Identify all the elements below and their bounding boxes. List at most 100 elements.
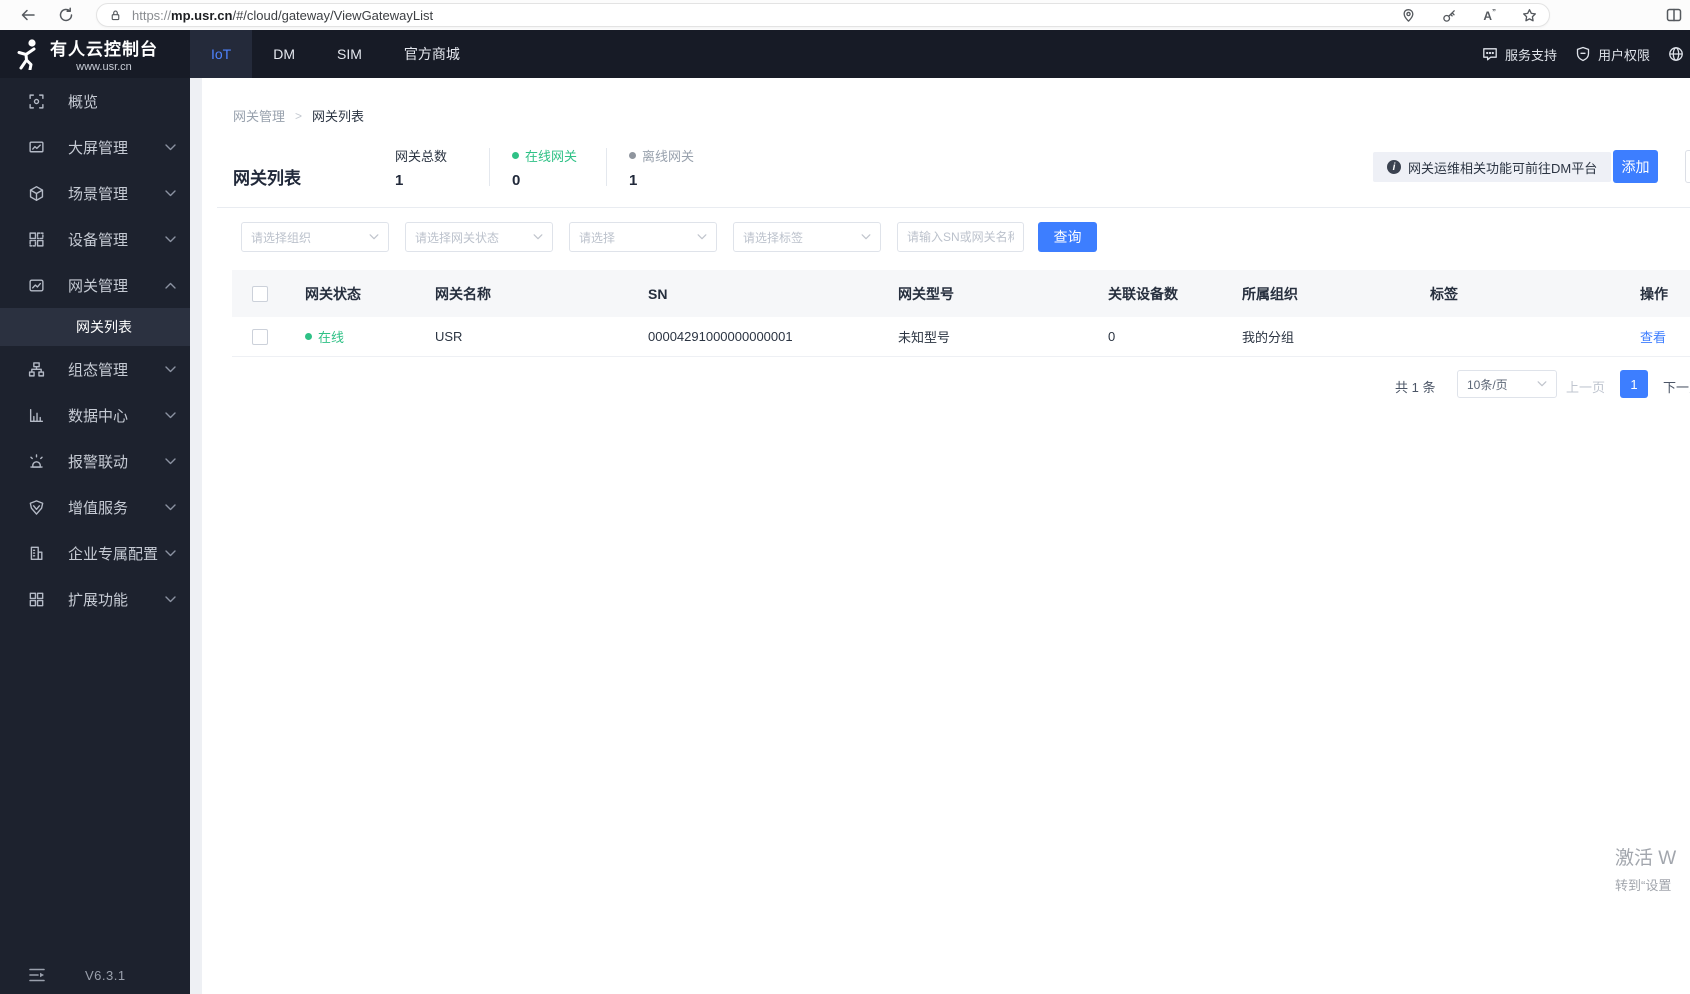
stat-total-label: 网关总数 — [395, 149, 448, 164]
sidebar-label: 企业专属配置 — [68, 545, 159, 563]
breadcrumb: 网关管理 > 网关列表 — [233, 106, 364, 125]
chevron-down-icon — [369, 234, 379, 240]
platform-tabs: IoT DM SIM 官方商城 — [190, 30, 481, 78]
refresh-icon[interactable] — [58, 7, 74, 23]
stat-total: 网关总数 1 — [395, 146, 467, 189]
language-globe-icon[interactable] — [1668, 46, 1684, 62]
sidebar-item-device-mgmt[interactable]: 设备管理 — [0, 216, 190, 262]
header-device-count: 关联设备数 — [1108, 285, 1178, 302]
tag-select[interactable]: 请选择标签 — [733, 222, 881, 252]
breadcrumb-separator: > — [295, 108, 303, 123]
shield-icon — [1576, 46, 1590, 62]
gateway-status-select[interactable]: 请选择网关状态 — [405, 222, 553, 252]
user-permission[interactable]: 用户权限 — [1575, 45, 1650, 64]
sidebar-item-scada-mgmt[interactable]: 组态管理 — [0, 346, 190, 392]
page-title: 网关列表 — [233, 169, 301, 188]
sidebar-label: 概览 — [68, 93, 99, 111]
row-gateway-model: 未知型号 — [898, 330, 951, 345]
chevron-down-icon — [165, 457, 176, 464]
select-all-checkbox[interactable] — [252, 285, 268, 302]
stat-offline: 离线网关 1 — [629, 146, 701, 189]
page-1-button[interactable]: 1 — [1620, 370, 1648, 398]
sidebar-item-extensions[interactable]: 扩展功能 — [0, 576, 190, 622]
chevron-down-icon — [165, 595, 176, 602]
table-header-row: 网关状态 网关名称 SN 网关型号 关联设备数 所属组织 标签 操作 — [232, 270, 1690, 317]
tab-mall[interactable]: 官方商城 — [383, 30, 481, 78]
tab-dm[interactable]: DM — [252, 30, 316, 78]
chevron-down-icon — [165, 143, 176, 150]
stat-online-label: 在线网关 — [525, 149, 578, 164]
sitemap-icon — [28, 361, 45, 377]
sidebar-item-overview[interactable]: 概览 — [0, 78, 190, 124]
header-gateway-name: 网关名称 — [435, 285, 491, 302]
alarm-icon — [30, 453, 43, 468]
sidebar-item-data-center[interactable]: 数据中心 — [0, 392, 190, 438]
stat-divider — [606, 148, 607, 186]
breadcrumb-gateway-mgmt[interactable]: 网关管理 — [233, 106, 285, 125]
table-row: 在线 USR 00004291000000000001 未知型号 0 我的分组 … — [232, 317, 1690, 357]
chevron-down-icon — [697, 234, 707, 240]
sidebar-item-gateway-mgmt[interactable]: 网关管理 — [0, 262, 190, 308]
header-organization: 所属组织 — [1242, 285, 1298, 302]
sidebar-item-enterprise-config[interactable]: 企业专属配置 — [0, 530, 190, 576]
sidebar-item-scene-mgmt[interactable]: 场景管理 — [0, 170, 190, 216]
sidebar-item-screen-mgmt[interactable]: 大屏管理 — [0, 124, 190, 170]
app-topnav: 有人云控制台 www.usr.cn IoT DM SIM 官方商城 服务支持 用… — [0, 30, 1690, 78]
usr-logo[interactable]: 有人云控制台 www.usr.cn — [0, 30, 190, 78]
section-divider — [217, 207, 1690, 208]
address-bar[interactable]: https://mp.usr.cn/#/cloud/gateway/ViewGa… — [96, 3, 1550, 27]
app-subtitle: www.usr.cn — [76, 61, 132, 73]
service-support[interactable]: 服务支持 — [1482, 45, 1557, 64]
sidebar-label: 数据中心 — [68, 407, 129, 425]
dm-platform-notice[interactable]: i 网关运维相关功能可前往DM平台 — [1373, 152, 1612, 182]
sidebar-item-alarm-linkage[interactable]: 报警联动 — [0, 438, 190, 484]
favorite-star-icon[interactable] — [1522, 8, 1537, 23]
browser-toolbar: https://mp.usr.cn/#/cloud/gateway/ViewGa… — [0, 0, 1690, 30]
sidebar-label: 网关管理 — [68, 277, 129, 295]
next-page-button[interactable]: 下一页 — [1663, 377, 1690, 396]
chevron-up-icon — [165, 282, 176, 289]
org-select-placeholder: 请选择组织 — [251, 230, 312, 245]
sidebar-label: 增值服务 — [68, 499, 129, 517]
collapse-sidebar-icon[interactable] — [29, 968, 45, 982]
row-checkbox[interactable] — [252, 328, 268, 345]
service-support-label: 服务支持 — [1504, 47, 1557, 63]
org-select[interactable]: 请选择组织 — [241, 222, 389, 252]
header-gateway-status: 网关状态 — [305, 285, 361, 302]
back-icon[interactable] — [20, 7, 36, 23]
sidebar-nav: 概览 大屏管理 场景管理 设备管理 网关管理 网关列表 组态管理 数据中心 报警… — [0, 78, 190, 994]
clipped-edge-button[interactable] — [1685, 150, 1690, 183]
screenshot-root: { "browser": { "url": { "protocol": "htt… — [0, 0, 1690, 994]
overview-icon — [29, 93, 44, 109]
model-select[interactable]: 请选择 — [569, 222, 717, 252]
sidebar-item-gateway-list[interactable]: 网关列表 — [0, 308, 190, 346]
chevron-down-icon — [165, 411, 176, 418]
tab-sim[interactable]: SIM — [316, 30, 383, 78]
url-text[interactable]: https://mp.usr.cn/#/cloud/gateway/ViewGa… — [132, 8, 433, 23]
sidebar-item-value-added[interactable]: 增值服务 — [0, 484, 190, 530]
text-size-icon[interactable]: A” — [1483, 8, 1496, 22]
online-dot — [305, 333, 312, 340]
stat-divider — [489, 148, 490, 186]
app-title: 有人云控制台 — [50, 40, 158, 59]
windows-activation-watermark: 激活 W 转到“设置 — [1615, 843, 1676, 894]
page-size-select[interactable]: 10条/页 — [1457, 370, 1557, 398]
stat-offline-value: 1 — [629, 172, 638, 189]
location-icon[interactable] — [1401, 8, 1416, 23]
header-tags: 标签 — [1430, 285, 1458, 302]
view-link[interactable]: 查看 — [1640, 330, 1666, 345]
lock-icon[interactable] — [109, 9, 122, 22]
breadcrumb-gateway-list: 网关列表 — [312, 109, 365, 124]
search-button[interactable]: 查询 — [1038, 222, 1097, 252]
info-icon: i — [1387, 160, 1401, 174]
tab-iot[interactable]: IoT — [190, 30, 253, 78]
content-gutter — [190, 78, 202, 994]
sn-search-input[interactable] — [897, 222, 1024, 252]
split-screen-icon[interactable] — [1666, 7, 1682, 23]
sidebar-label: 大屏管理 — [68, 139, 129, 157]
url-path: /#/cloud/gateway/ViewGatewayList — [232, 7, 434, 23]
badge-shield-icon — [29, 499, 44, 515]
prev-page-button[interactable]: 上一页 — [1566, 377, 1605, 396]
add-gateway-button[interactable]: 添加 — [1613, 150, 1658, 183]
password-key-icon[interactable] — [1442, 8, 1457, 23]
